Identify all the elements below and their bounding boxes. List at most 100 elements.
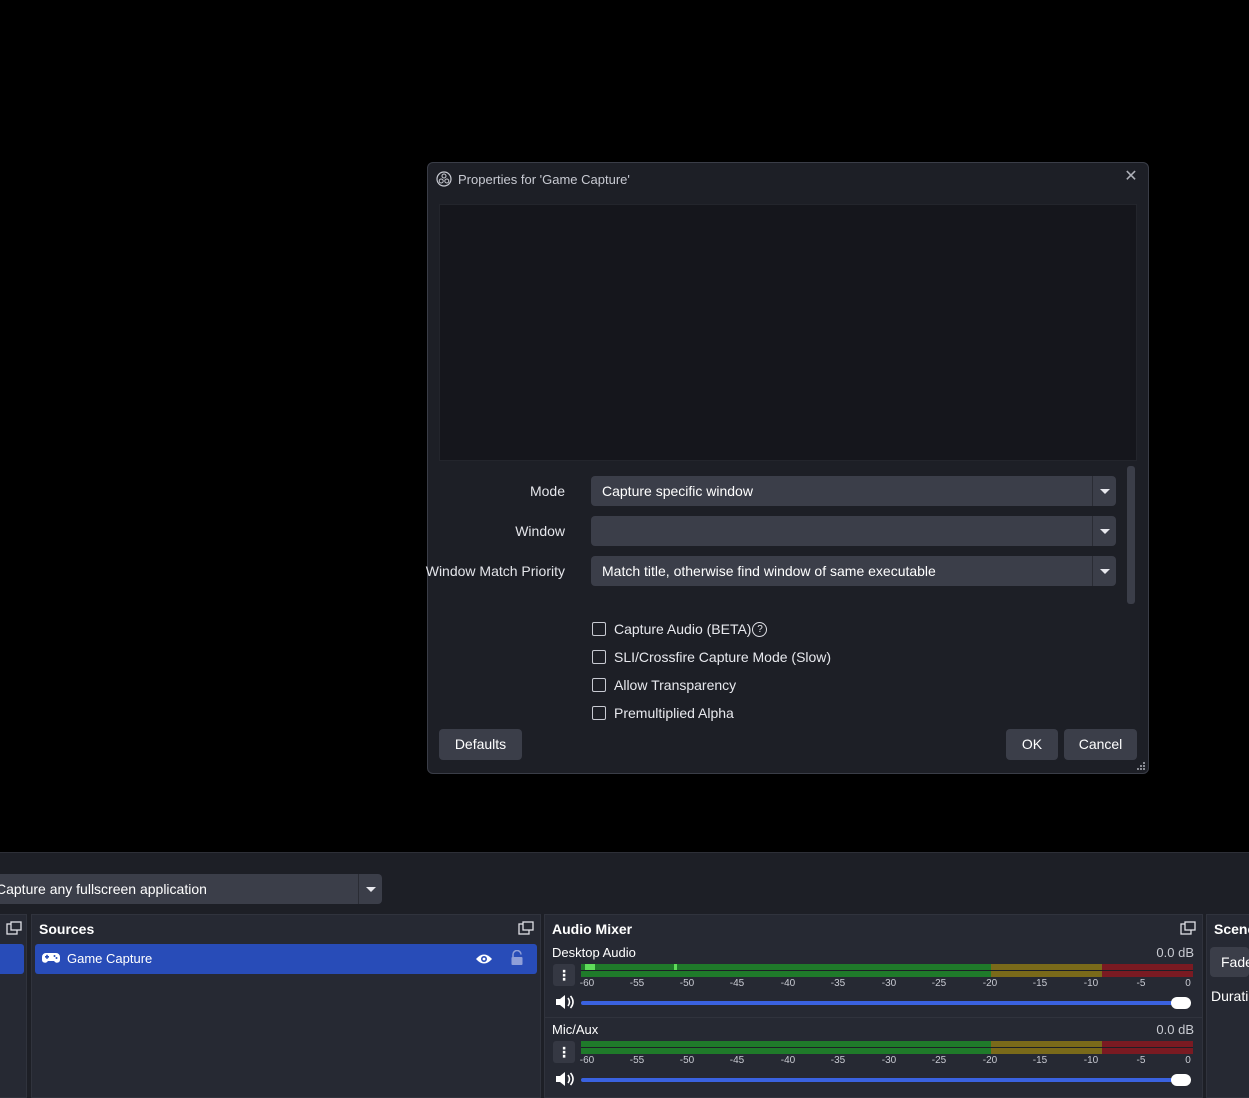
tick-label: -55 [629,978,645,989]
mode-select[interactable]: Capture specific window [591,476,1116,506]
channel-divider [545,1017,1202,1018]
tick-label: -30 [881,1055,897,1066]
allow-transparency-checkbox-row[interactable]: Allow Transparency [592,675,736,695]
chevron-down-icon [1092,516,1116,546]
priority-select[interactable]: Match title, otherwise find window of sa… [591,556,1116,586]
tick-label: -5 [1136,1055,1146,1066]
window-label: Window [515,523,565,539]
tick-label: -25 [931,1055,947,1066]
desktop-audio-ticks: -60 -55 -50 -45 -40 -35 -30 -25 -20 -15 … [580,978,1193,992]
source-mode-value: Capture any fullscreen application [0,881,207,897]
obs-logo-icon [436,171,452,187]
tick-label: -50 [679,1055,695,1066]
resize-grip-icon[interactable] [1137,762,1145,770]
scene-transitions-title: Scene [1214,921,1249,937]
chevron-down-icon [1092,476,1116,506]
premultiplied-alpha-checkbox-row[interactable]: Premultiplied Alpha [592,703,734,723]
speaker-icon[interactable] [555,1071,575,1087]
capture-audio-label: Capture Audio (BETA) [614,621,752,637]
tick-label: -60 [579,1055,595,1066]
mic-aux-db: 0.0 dB [1156,1022,1194,1037]
tick-label: -45 [729,1055,745,1066]
mic-aux-label: Mic/Aux [552,1022,599,1037]
slider-thumb[interactable] [1171,997,1191,1009]
tick-label: -20 [982,978,998,989]
source-preview [439,204,1137,461]
float-dock-icon[interactable] [6,921,22,935]
tick-label: -10 [1083,978,1099,989]
priority-value: Match title, otherwise find window of sa… [602,563,936,579]
mic-aux-meter [581,1041,1193,1054]
window-select[interactable] [591,516,1116,546]
duration-label: Durati [1211,988,1249,1004]
mic-aux-ticks: -60 -55 -50 -45 -40 -35 -30 -25 -20 -15 … [580,1055,1193,1069]
audio-mixer-dock: Audio Mixer Desktop Audio 0.0 dB ⋮ -60 -… [544,914,1203,1098]
chevron-down-icon [1092,556,1116,586]
scene-item-selected[interactable] [0,944,24,974]
gamepad-icon [42,953,60,963]
properties-scrollbar[interactable] [1126,466,1136,720]
eye-icon[interactable] [475,952,493,966]
source-mode-select[interactable]: Capture any fullscreen application [0,874,382,904]
cancel-button[interactable]: Cancel [1064,729,1137,760]
tick-label: -60 [579,978,595,989]
priority-label: Window Match Priority [425,563,565,579]
capture-audio-checkbox-row[interactable]: Capture Audio (BETA)? [592,619,768,639]
tick-label: -45 [729,978,745,989]
more-options-icon[interactable]: ⋮ [553,964,575,986]
allow-transparency-checkbox[interactable] [592,678,606,692]
meter-divider [581,1047,1193,1048]
tick-label: -15 [1032,978,1048,989]
audio-mixer-title: Audio Mixer [552,921,633,937]
tick-label: 0 [1185,1055,1191,1066]
ok-button[interactable]: OK [1006,729,1058,760]
slider-thumb[interactable] [1171,1074,1191,1086]
slider-rail [581,1078,1181,1082]
tick-label: -55 [629,1055,645,1066]
sources-dock: Sources Game Capture [31,914,541,1098]
float-dock-icon[interactable] [518,921,534,935]
tick-label: -40 [780,1055,796,1066]
tick-label: -35 [830,1055,846,1066]
source-item-label: Game Capture [67,951,153,966]
tick-label: -30 [881,978,897,989]
desktop-audio-meter [581,964,1193,977]
allow-transparency-label: Allow Transparency [614,677,737,693]
mode-row: Mode Capture specific window [428,476,1128,506]
capture-audio-checkbox[interactable] [592,622,606,636]
tick-label: 0 [1185,978,1191,989]
desktop-audio-label: Desktop Audio [552,945,636,960]
sli-crossfire-label: SLI/Crossfire Capture Mode (Slow) [614,649,832,665]
premultiplied-alpha-checkbox[interactable] [592,706,606,720]
close-icon[interactable]: ✕ [1122,168,1140,186]
window-row: Window [428,516,1128,546]
lock-icon[interactable] [510,950,524,966]
speaker-icon[interactable] [555,994,575,1010]
tick-label: -15 [1032,1055,1048,1066]
dialog-title: Properties for 'Game Capture' [458,171,630,187]
mic-aux-volume-slider[interactable] [581,1074,1193,1086]
desktop-audio-volume-slider[interactable] [581,997,1193,1009]
tick-label: -40 [780,978,796,989]
scenes-dock [0,914,27,1098]
transition-select[interactable]: Fade [1210,947,1249,977]
scrollbar-thumb[interactable] [1127,466,1135,604]
sli-crossfire-checkbox[interactable] [592,650,606,664]
source-item-game-capture[interactable]: Game Capture [35,944,537,974]
float-dock-icon[interactable] [1180,921,1196,935]
tick-label: -10 [1083,1055,1099,1066]
meter-divider [581,970,1193,971]
tick-label: -5 [1136,978,1146,989]
help-icon[interactable]: ? [752,621,768,637]
premultiplied-alpha-label: Premultiplied Alpha [614,705,734,721]
sli-crossfire-checkbox-row[interactable]: SLI/Crossfire Capture Mode (Slow) [592,647,831,667]
mode-label: Mode [529,483,565,499]
tick-label: -35 [830,978,846,989]
defaults-button[interactable]: Defaults [439,729,522,760]
mode-value: Capture specific window [602,483,753,499]
more-options-icon[interactable]: ⋮ [553,1041,575,1063]
slider-rail [581,1001,1181,1005]
tick-label: -25 [931,978,947,989]
sources-title: Sources [39,921,95,937]
tick-label: -20 [982,1055,998,1066]
